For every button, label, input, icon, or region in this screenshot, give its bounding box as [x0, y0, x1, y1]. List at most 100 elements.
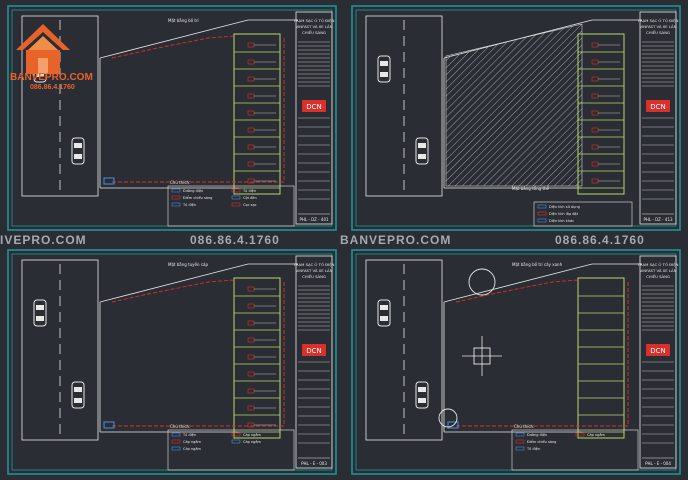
title-line: CHIẾU SÁNG	[646, 273, 670, 279]
car-windshield	[380, 61, 388, 66]
title-line: TRẠM SẠC Ô TÔ ĐIỆN	[637, 262, 679, 267]
legend-item-text: Diện tích sử dụng	[549, 205, 580, 209]
legend-symbol	[537, 204, 547, 209]
legend-item-text: Cáp ngầm	[183, 440, 202, 444]
title-line: VINFAST VÀ XE LĂN	[296, 268, 333, 273]
bay-outline	[577, 33, 625, 195]
logo-brand-text: BANVEPRO.COM	[10, 72, 93, 83]
legend-title: Chú thích:	[514, 424, 534, 429]
bay-outline	[233, 33, 281, 195]
charger-box	[247, 337, 255, 343]
car-rear-window	[36, 316, 44, 321]
car-body	[377, 55, 391, 83]
charger-box	[591, 178, 599, 184]
legend-item-text: Cọc sạc	[243, 203, 257, 207]
legend-symbol	[171, 432, 181, 437]
sheet-3: Mặt bằng tuyến cáp Chú thích: Tủ điện Cáp n…	[7, 249, 337, 475]
charger-box	[247, 127, 255, 133]
legend-symbol	[171, 195, 181, 200]
watermark-phone-2: 086.86.4.1760	[555, 233, 645, 247]
car-windshield	[74, 143, 82, 148]
car-rear-window	[418, 398, 426, 403]
legend-item-text: Cáp ngầm	[587, 433, 606, 437]
company-logo-text: DCN	[306, 347, 322, 355]
company-logo-text: DCN	[650, 347, 666, 355]
legend-item-text: Cột đèn	[243, 196, 257, 200]
plan-label: Mặt bằng bố trí cây xanh	[512, 262, 563, 267]
charger-box	[247, 371, 255, 377]
legend-symbol	[515, 432, 525, 437]
car-body	[71, 381, 85, 409]
legend-title: Chú thích:	[170, 180, 190, 185]
title-block: TRẠM SẠC Ô TÔ ĐIỆNVINFAST VÀ XE LĂNCHIẾU…	[293, 11, 335, 225]
title-block: TRẠM SẠC Ô TÔ ĐIỆNVINFAST VÀ XE LĂNCHIẾU…	[637, 255, 679, 469]
title-line: VINFAST VÀ XE LĂN	[640, 268, 677, 273]
watermark-left: IVEPRO.COM	[0, 233, 87, 247]
sheet-code: PHL - DZ - 401	[299, 217, 329, 222]
hatched-area	[445, 23, 583, 187]
car-bottom	[71, 381, 85, 409]
legend-panel: Chú thích: Đường điện Điểm chiếu sáng Tủ đi…	[511, 424, 639, 471]
legend-symbol	[231, 202, 241, 207]
legend-symbol	[171, 439, 181, 444]
car-windshield	[418, 143, 426, 148]
plan-label: Mặt bằng tổng thể	[512, 186, 550, 191]
title-line: VINFAST VÀ XE LĂN	[640, 24, 677, 29]
legend-symbol	[537, 218, 547, 223]
tree-canopy	[468, 268, 496, 296]
charger-box	[591, 127, 599, 133]
car-bottom	[415, 381, 429, 409]
charger-box	[591, 161, 599, 167]
charger-box	[591, 42, 599, 48]
electric-cabinet	[103, 421, 115, 429]
legend-item-text: Tủ điện	[526, 447, 540, 451]
car-rear-window	[74, 398, 82, 403]
legend-item-text: Điểm chiếu sáng	[183, 195, 212, 200]
logo-phone-text: 086.86.4.1760	[30, 84, 75, 91]
charging-bays	[233, 277, 281, 439]
title-block: TRẠM SẠC Ô TÔ ĐIỆNVINFAST VÀ XE LĂNCHIẾU…	[293, 255, 335, 469]
charger-box	[247, 59, 255, 65]
legend-item-text: Cáp ngầm	[243, 440, 262, 444]
charger-box	[247, 354, 255, 360]
legend-item-text: Đường điện	[183, 189, 203, 193]
legend-item-text: Tủ điện	[242, 189, 256, 193]
car-body	[33, 299, 47, 327]
legend-symbol	[575, 432, 585, 437]
charger-box	[591, 76, 599, 82]
charger-box	[247, 42, 255, 48]
sheet-2: Mặt bằng tổng thể Diện tích sử dụng Diện t…	[351, 5, 681, 231]
bay-outline	[233, 277, 281, 439]
car-windshield	[36, 305, 44, 310]
legend-symbol	[171, 188, 181, 193]
legend-symbol	[171, 202, 181, 207]
car-rear-window	[418, 154, 426, 159]
charger-box	[591, 110, 599, 116]
car-body	[71, 137, 85, 165]
charger-box	[247, 144, 255, 150]
title-line: CHIẾU SÁNG	[646, 29, 670, 35]
sheet-4: Mặt bằng bố trí cây xanh Chú thích: Đường …	[351, 249, 681, 475]
charger-box	[247, 161, 255, 167]
legend-item-text: Diện tích khác	[549, 219, 574, 223]
car-top	[377, 299, 391, 327]
car-body	[377, 299, 391, 327]
legend-item-text: Diện tích lắp đặt	[549, 211, 579, 216]
plan-label: Mặt bằng bố trí	[168, 18, 200, 23]
legend-symbol	[231, 188, 241, 193]
legend-item-text: Tủ điện	[182, 433, 196, 437]
legend-symbol	[231, 432, 241, 437]
title-line: CHIẾU SÁNG	[302, 29, 326, 35]
legend-symbol	[231, 195, 241, 200]
sheet-code: PHL - E - 004	[645, 461, 671, 466]
charger-box	[247, 388, 255, 394]
legend-panel: Chú thích: Tủ điện Cáp ngầm Cáp ngầm Cáp ngầ…	[167, 424, 295, 471]
car-windshield	[380, 305, 388, 310]
title-line: TRẠM SẠC Ô TÔ ĐIỆN	[637, 18, 679, 23]
title-line: TRẠM SẠC Ô TÔ ĐIỆN	[293, 262, 335, 267]
legend-symbol	[515, 446, 525, 451]
car-bottom	[415, 137, 429, 165]
title-line: CHIẾU SÁNG	[302, 273, 326, 279]
car-top	[377, 55, 391, 83]
charger-box	[247, 286, 255, 292]
